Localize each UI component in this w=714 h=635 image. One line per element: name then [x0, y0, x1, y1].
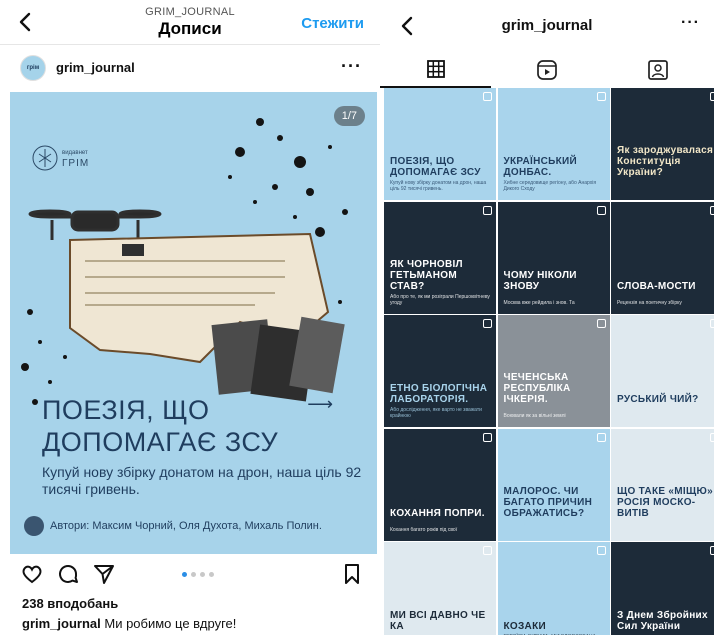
tile-title: КОЗАКИ — [503, 621, 546, 632]
reels-icon — [536, 60, 557, 80]
tagged-icon — [647, 60, 668, 80]
bookmark-icon — [345, 564, 359, 584]
carousel-badge-icon — [596, 432, 606, 442]
tile-subtitle: Воювали як за вільні землі — [503, 413, 566, 419]
post-actions — [0, 560, 380, 590]
tile-title: ЧЕЧЕНСЬКА РЕСПУБЛІКА ІЧКЕРІЯ. — [503, 372, 571, 405]
post-authors: Автори: Максим Чорний, Оля Духота, Михал… — [50, 520, 322, 532]
tile-title: ЧОМУ НІКОЛИ ЗНОВУ — [503, 269, 577, 292]
tile-subtitle: Кохання багато років під свої — [390, 526, 458, 533]
like-button[interactable] — [20, 562, 44, 586]
carousel-dot — [200, 572, 205, 577]
carousel-dot — [191, 572, 196, 577]
tile-subtitle: Хибне середовище регіону, або Анархія Ди… — [503, 180, 597, 192]
heart-icon — [22, 565, 42, 584]
tile-title: КОХАННЯ ПОПРИ. — [390, 507, 485, 519]
tab-grid[interactable] — [380, 52, 491, 88]
caption-username[interactable]: grim_journal — [22, 616, 101, 631]
tile-subtitle: Або дослідження, яке варто не зважати кр… — [390, 407, 482, 419]
carousel-badge-icon — [596, 319, 606, 328]
tab-reels[interactable] — [491, 52, 602, 88]
tile-title: ПОЕЗІЯ, ЩО ДОПОМАГАЄ ЗСУ — [390, 156, 481, 178]
post-image[interactable]: 1/7 видавнет ГРІМ ⟶ ПОЕЗІЯ, ЩО ДОПОМАГАЄ… — [10, 92, 377, 554]
carousel-dot — [209, 572, 214, 577]
grid-icon — [426, 60, 445, 78]
tile-subtitle: Рецензія на поетичну збірку — [617, 299, 682, 306]
carousel-badge-icon — [483, 92, 492, 101]
tile-title: МАЛОРОС. ЧИ БАГАТО ПРИЧИН ОБРАЖАТИСЬ? — [503, 485, 593, 519]
post-detail-pane: GRIM_JOURNAL Дописи Стежити грім grim_jo… — [0, 0, 380, 635]
carousel-badge-icon — [710, 205, 714, 215]
logo-line1: видавнет — [62, 150, 88, 156]
grid-tile[interactable]: ПОЕЗІЯ, ЩО ДОПОМАГАЄ ЗСУ Купуй нову збірк… — [384, 88, 496, 200]
carousel-badge-icon — [710, 432, 714, 442]
profile-grid-pane: grim_journal ··· ПОЕЗІЯ, ЩО ДОПОМАГАЄ ЗС… — [380, 0, 714, 635]
tile-title: СЛОВА-МОСТИ — [617, 280, 696, 292]
grid-tile[interactable]: ЯК ЧОРНОВІЛ ГЕТЬМАНОМ СТАВ? Або про те, я… — [384, 201, 496, 314]
grid-tile[interactable]: Як зароджувалася Конституція України? — [611, 88, 714, 200]
brand-logo: видавнет ГРІМ — [32, 144, 88, 184]
person-icon — [24, 516, 44, 536]
carousel-dots — [182, 572, 214, 577]
grid-tile[interactable]: РУСЬКИЙ ЧИЙ? — [611, 315, 714, 427]
avatar-text: грім — [26, 65, 40, 71]
tile-title: З Днем Збройних Сил України — [617, 610, 708, 632]
carousel-dot — [182, 572, 187, 577]
grid-tile[interactable]: СЛОВА-МОСТИ Рецензія на поетичну збірку — [611, 201, 714, 314]
grid-tile[interactable]: З Днем Збройних Сил України — [611, 542, 714, 635]
carousel-badge-icon — [483, 205, 492, 215]
logo-line2: ГРІМ — [62, 158, 90, 169]
profile-tabs — [380, 52, 714, 88]
tile-title: МИ ВСІ ДАВНО ЧЕ КА — [390, 610, 486, 632]
post-username[interactable]: grim_journal — [56, 60, 135, 75]
profile-title: grim_journal — [501, 17, 593, 34]
grid-tile[interactable]: МАЛОРОС. ЧИ БАГАТО ПРИЧИН ОБРАЖАТИСЬ? — [497, 428, 610, 541]
tile-subtitle: Москва вже рейдила і знов. Та — [503, 299, 575, 306]
carousel-badge-icon — [483, 546, 492, 555]
carousel-badge-icon — [596, 92, 606, 101]
grid-tile[interactable]: КОЗАКИГЕРОЇЗМ, ВІДВАГА, МІФОЛОГІЗОВАНА І… — [497, 542, 610, 635]
carousel-badge-icon — [596, 205, 606, 215]
tile-title: ЩО ТАКЕ «МІЩЮ» РОСІЯ МОСКО-ВИТІВ — [617, 485, 713, 519]
carousel-badge-icon — [710, 319, 714, 328]
tile-title: Як зароджувалася Конституція України? — [617, 145, 714, 178]
save-button[interactable] — [340, 562, 364, 586]
grid-tile[interactable]: ЧЕЧЕНСЬКА РЕСПУБЛІКА ІЧКЕРІЯ. Воювали як … — [497, 315, 610, 427]
carousel-badge-icon — [596, 546, 606, 555]
send-icon — [94, 565, 114, 584]
tile-title: ЕТНО БІОЛОГІЧНА ЛАБОРАТОРІЯ. — [390, 383, 488, 405]
post-headline: ПОЕЗІЯ, ЩО ДОПОМАГАЄ ЗСУ — [42, 395, 279, 457]
comment-button[interactable] — [56, 562, 80, 586]
carousel-badge-icon — [710, 546, 714, 555]
comment-icon — [59, 565, 78, 583]
post-caption: grim_journal Ми робимо це вдруге! — [22, 616, 236, 631]
grid-tile[interactable]: ЕТНО БІОЛОГІЧНА ЛАБОРАТОРІЯ. Або дослідже… — [384, 315, 496, 427]
tile-subtitle: Або про те, як ми розіграли Першоквітнев… — [390, 293, 490, 306]
follow-button[interactable]: Стежити — [301, 15, 364, 32]
carousel-badge-icon — [710, 92, 714, 101]
post-header: грім grim_journal ··· — [0, 52, 380, 86]
grid-tile[interactable]: УКРАЇНСЬКИЙ ДОНБАС. Хибне середовище регі… — [497, 88, 610, 200]
share-button[interactable] — [92, 562, 116, 586]
more-options-icon[interactable]: ··· — [681, 14, 700, 32]
like-count[interactable]: 238 вподобань — [22, 596, 118, 611]
carousel-badge-icon — [483, 432, 492, 442]
tile-title: РУСЬКИЙ ЧИЙ? — [617, 394, 699, 405]
header-divider — [0, 44, 380, 45]
caption-text: Ми робимо це вдруге! — [104, 616, 237, 631]
grid-tile[interactable]: МИ ВСІ ДАВНО ЧЕ КА — [384, 542, 496, 635]
more-options-icon[interactable]: ··· — [341, 56, 362, 77]
tab-tagged[interactable] — [602, 52, 713, 88]
carousel-badge-icon — [483, 319, 492, 328]
post-subline: Купуй нову збірку донатом на дрон, наша … — [42, 464, 362, 497]
avatar[interactable]: грім — [20, 55, 46, 81]
grid-tile[interactable]: ЧОМУ НІКОЛИ ЗНОВУ Москва вже рейдила і зн… — [497, 201, 610, 314]
tile-subtitle: Купуй нову збірку донатом на дрон, наша … — [390, 180, 487, 192]
tile-title: УКРАЇНСЬКИЙ ДОНБАС. — [503, 156, 578, 178]
carousel-counter: 1/7 — [333, 106, 365, 126]
grid-tile[interactable]: КОХАННЯ ПОПРИ. Кохання багато років під с… — [384, 428, 496, 541]
tile-title: ЯК ЧОРНОВІЛ ГЕТЬМАНОМ СТАВ? — [390, 258, 463, 292]
grid-tile[interactable]: ЩО ТАКЕ «МІЩЮ» РОСІЯ МОСКО-ВИТІВ — [611, 428, 714, 541]
